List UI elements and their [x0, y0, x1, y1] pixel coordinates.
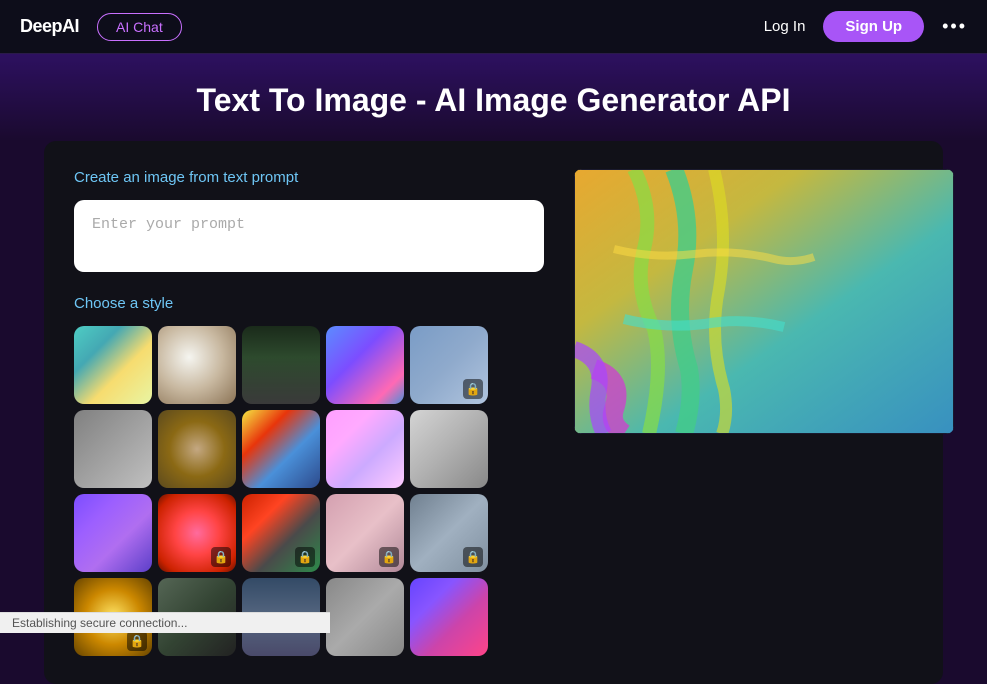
style-item[interactable]: [158, 326, 236, 404]
navbar: DeepAI AI Chat Log In Sign Up •••: [0, 0, 987, 54]
styles-grid: 🔒 🔒 🔒 🔒 🔒 🔒: [74, 326, 544, 656]
style-item[interactable]: 🔒: [158, 494, 236, 572]
style-item[interactable]: 🔒: [242, 494, 320, 572]
style-item[interactable]: 🔒: [410, 494, 488, 572]
style-item[interactable]: [326, 410, 404, 488]
create-label: Create an image from text prompt: [74, 169, 544, 186]
choose-style-label: Choose a style: [74, 295, 544, 312]
style-item[interactable]: [74, 494, 152, 572]
left-panel: Create an image from text prompt Choose …: [74, 169, 544, 656]
ai-chat-button[interactable]: AI Chat: [97, 13, 182, 41]
lock-icon: 🔒: [463, 547, 483, 567]
more-button[interactable]: •••: [942, 16, 967, 37]
style-item[interactable]: 🔒: [326, 494, 404, 572]
style-item[interactable]: [158, 410, 236, 488]
style-item[interactable]: [326, 578, 404, 656]
lock-icon: 🔒: [295, 547, 315, 567]
generated-image: [574, 169, 954, 434]
status-bar: Establishing secure connection...: [0, 612, 330, 633]
page-title: Text To Image - AI Image Generator API: [20, 82, 967, 119]
login-button[interactable]: Log In: [764, 18, 806, 35]
prompt-input[interactable]: [74, 200, 544, 272]
style-item[interactable]: [410, 410, 488, 488]
header-area: Text To Image - AI Image Generator API: [0, 54, 987, 141]
signup-button[interactable]: Sign Up: [823, 11, 924, 42]
nav-right: Log In Sign Up •••: [764, 11, 967, 42]
lock-icon: 🔒: [463, 379, 483, 399]
lock-icon: 🔒: [379, 547, 399, 567]
style-item[interactable]: [74, 410, 152, 488]
main-content: Create an image from text prompt Choose …: [44, 141, 943, 684]
style-item[interactable]: 🔒: [410, 326, 488, 404]
style-item[interactable]: [410, 578, 488, 656]
right-panel: [574, 169, 954, 656]
style-item[interactable]: [74, 326, 152, 404]
lock-icon: 🔒: [211, 547, 231, 567]
style-item[interactable]: [242, 410, 320, 488]
logo: DeepAI: [20, 16, 79, 37]
logo-text: DeepAI: [20, 16, 79, 37]
style-item[interactable]: [326, 326, 404, 404]
lock-icon: 🔒: [127, 631, 147, 651]
style-item[interactable]: [242, 326, 320, 404]
